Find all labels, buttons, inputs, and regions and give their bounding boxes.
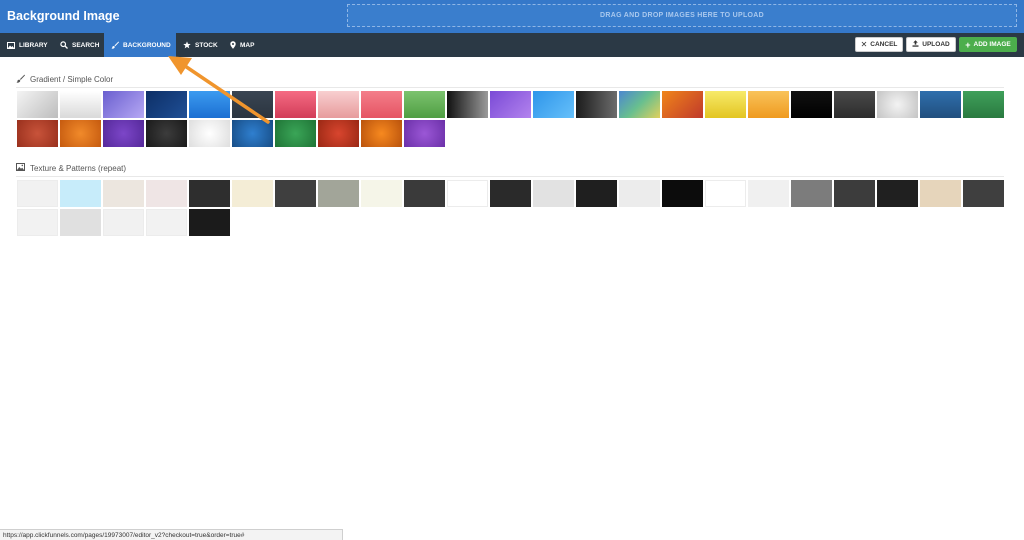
tab-map[interactable]: MAP	[223, 33, 261, 57]
gradient-swatch[interactable]	[146, 91, 187, 118]
gradient-swatch[interactable]	[17, 120, 58, 147]
texture-swatch[interactable]	[533, 180, 574, 207]
texture-swatch[interactable]	[146, 180, 187, 207]
paintbrush-icon	[16, 74, 25, 85]
tab-library[interactable]: LIBRARY	[0, 33, 53, 57]
cancel-label: CANCEL	[870, 41, 898, 48]
texture-swatch[interactable]	[60, 209, 101, 236]
texture-swatch[interactable]	[103, 209, 144, 236]
gradient-swatch[interactable]	[619, 91, 660, 118]
texture-swatch[interactable]	[17, 180, 58, 207]
gradient-section-heading: Gradient / Simple Color	[16, 74, 113, 84]
add-image-button[interactable]: + ADD IMAGE	[959, 37, 1017, 52]
gradient-swatch[interactable]	[275, 91, 316, 118]
gradient-divider	[16, 87, 1004, 88]
gradient-swatch[interactable]	[920, 91, 961, 118]
gradient-swatch[interactable]	[404, 120, 445, 147]
image-icon	[7, 41, 15, 49]
gradient-swatch[interactable]	[103, 91, 144, 118]
gradient-swatch[interactable]	[318, 120, 359, 147]
texture-swatch[interactable]	[189, 180, 230, 207]
gradient-swatch[interactable]	[232, 120, 273, 147]
upload-icon	[912, 40, 919, 49]
texture-swatch[interactable]	[705, 180, 746, 207]
browser-status-url: https://app.clickfunnels.com/pages/19973…	[0, 529, 343, 540]
texture-swatch[interactable]	[490, 180, 531, 207]
texture-section-heading: Texture & Patterns (repeat)	[16, 163, 126, 173]
texture-swatch[interactable]	[189, 209, 230, 236]
texture-swatch[interactable]	[361, 180, 402, 207]
texture-swatch[interactable]	[275, 180, 316, 207]
tab-label: LIBRARY	[19, 41, 48, 49]
cancel-button[interactable]: ✕ CANCEL	[855, 37, 903, 52]
add-image-label: ADD IMAGE	[973, 41, 1011, 48]
gradient-swatch[interactable]	[834, 91, 875, 118]
tab-stock[interactable]: STOCK	[176, 33, 223, 57]
texture-swatch[interactable]	[834, 180, 875, 207]
search-icon	[60, 41, 68, 49]
gradient-swatch[interactable]	[361, 120, 402, 147]
gradient-swatch[interactable]	[232, 91, 273, 118]
annotation-arrow-icon	[168, 56, 270, 124]
gradient-swatch[interactable]	[17, 91, 58, 118]
gradient-swatch[interactable]	[791, 91, 832, 118]
paintbrush-icon	[111, 41, 119, 49]
texture-swatch[interactable]	[318, 180, 359, 207]
gradient-swatch[interactable]	[60, 120, 101, 147]
texture-swatch[interactable]	[17, 209, 58, 236]
gradient-swatch[interactable]	[877, 91, 918, 118]
modal-title: Background Image	[7, 9, 120, 23]
texture-swatch[interactable]	[619, 180, 660, 207]
modal-header: Background Image DRAG AND DROP IMAGES HE…	[0, 0, 1024, 33]
gradient-swatch[interactable]	[576, 91, 617, 118]
tab-background[interactable]: BACKGROUND	[104, 33, 176, 57]
map-pin-icon	[230, 41, 236, 49]
gradient-swatch[interactable]	[490, 91, 531, 118]
texture-divider	[16, 176, 1004, 177]
tab-label: SEARCH	[72, 41, 100, 49]
gradient-swatch[interactable]	[447, 91, 488, 118]
gradient-swatch[interactable]	[189, 91, 230, 118]
gradient-swatch[interactable]	[662, 91, 703, 118]
texture-swatch[interactable]	[576, 180, 617, 207]
texture-section-title: Texture & Patterns (repeat)	[30, 163, 127, 173]
gradient-swatch[interactable]	[103, 120, 144, 147]
gradient-swatch[interactable]	[146, 120, 187, 147]
texture-swatch[interactable]	[877, 180, 918, 207]
upload-label: UPLOAD	[922, 41, 950, 48]
texture-swatch[interactable]	[232, 180, 273, 207]
texture-swatch[interactable]	[920, 180, 961, 207]
close-icon: ✕	[860, 39, 868, 49]
gradient-swatch[interactable]	[963, 91, 1004, 118]
texture-swatch[interactable]	[791, 180, 832, 207]
texture-swatch[interactable]	[103, 180, 144, 207]
picture-icon	[16, 163, 25, 173]
upload-button[interactable]: UPLOAD	[906, 37, 956, 52]
texture-swatch[interactable]	[447, 180, 488, 207]
upload-dropzone[interactable]: DRAG AND DROP IMAGES HERE TO UPLOAD	[347, 4, 1017, 27]
texture-swatch[interactable]	[662, 180, 703, 207]
texture-swatch[interactable]	[748, 180, 789, 207]
gradient-swatch[interactable]	[748, 91, 789, 118]
plus-icon: +	[965, 39, 971, 50]
texture-swatch[interactable]	[146, 209, 187, 236]
tab-label: MAP	[240, 41, 255, 49]
star-icon	[183, 41, 191, 49]
tab-search[interactable]: SEARCH	[53, 33, 104, 57]
tab-label: BACKGROUND	[123, 41, 171, 49]
texture-swatch[interactable]	[60, 180, 101, 207]
gradient-section-title: Gradient / Simple Color	[30, 74, 114, 84]
gradient-swatch[interactable]	[533, 91, 574, 118]
tab-label: STOCK	[195, 41, 218, 49]
texture-swatch[interactable]	[963, 180, 1004, 207]
gradient-swatch[interactable]	[275, 120, 316, 147]
gradient-swatch[interactable]	[361, 91, 402, 118]
gradient-swatch[interactable]	[404, 91, 445, 118]
gradient-swatch[interactable]	[705, 91, 746, 118]
gradient-swatch[interactable]	[60, 91, 101, 118]
gradient-swatch[interactable]	[318, 91, 359, 118]
texture-swatch[interactable]	[404, 180, 445, 207]
gradient-swatch[interactable]	[189, 120, 230, 147]
